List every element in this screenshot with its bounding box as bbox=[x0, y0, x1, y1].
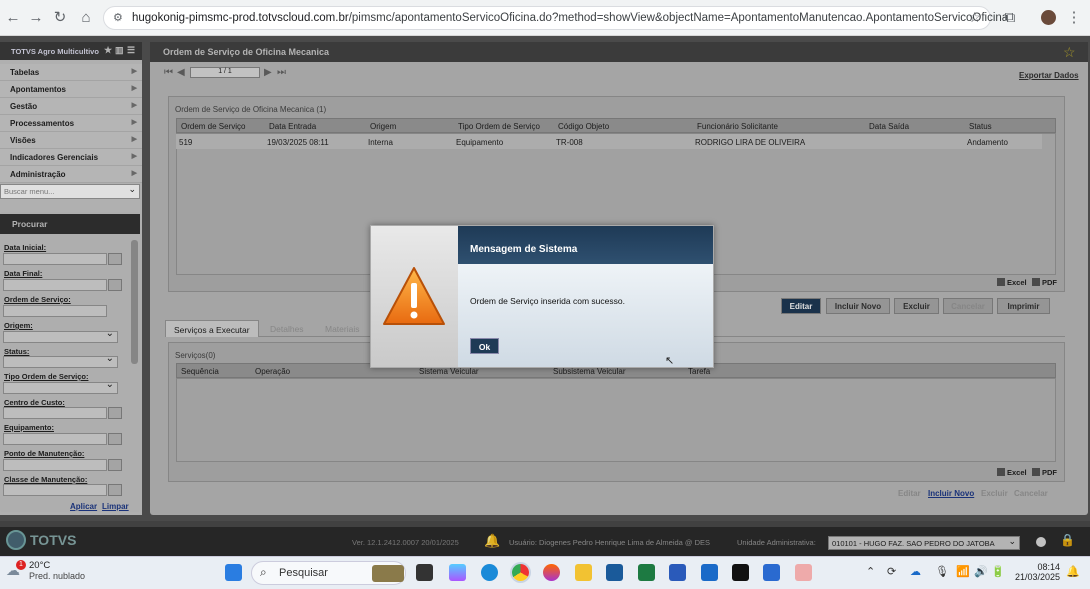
snipping-tool-icon[interactable] bbox=[795, 564, 812, 581]
clock-date: 21/03/2025 bbox=[1014, 572, 1060, 582]
ok-button[interactable]: Ok bbox=[470, 338, 499, 354]
taskbar-search[interactable]: ⌕ Pesquisar bbox=[251, 561, 406, 585]
site-info-icon[interactable]: ⚙ bbox=[113, 11, 123, 24]
dialog-title: Mensagem de Sistema bbox=[458, 226, 713, 264]
mouse-cursor-icon: ↖ bbox=[665, 355, 675, 367]
chrome-icon[interactable] bbox=[512, 564, 529, 581]
dialog-message: Ordem de Serviço inserida com sucesso. bbox=[470, 296, 625, 306]
file-explorer-icon[interactable] bbox=[575, 564, 592, 581]
warning-icon bbox=[383, 267, 445, 325]
chevron-up-icon[interactable]: ⌃ bbox=[866, 565, 875, 578]
back-icon[interactable]: ← bbox=[3, 8, 23, 28]
weather-text: Pred. nublado bbox=[29, 571, 86, 581]
task-view-icon[interactable] bbox=[416, 564, 433, 581]
windows-start-icon[interactable] bbox=[225, 564, 242, 581]
notifications-icon[interactable]: 🔔 bbox=[1066, 565, 1080, 578]
word-app-icon[interactable] bbox=[669, 564, 686, 581]
dialog-icon-panel bbox=[371, 226, 458, 367]
notification-badge: 1 bbox=[16, 560, 26, 570]
clock-time: 08:14 bbox=[1037, 562, 1060, 572]
sync-icon[interactable]: ⟳ bbox=[887, 565, 896, 578]
search-icon: ⌕ bbox=[260, 565, 267, 579]
excel-app-icon[interactable] bbox=[638, 564, 655, 581]
outlook-app-icon[interactable] bbox=[701, 564, 718, 581]
firefox-icon[interactable] bbox=[543, 564, 560, 581]
remote-desktop-icon[interactable] bbox=[606, 564, 623, 581]
browser-toolbar: ← → ↻ ⌂ ⚙ hugokonig-pimsmc-prod.totvsclo… bbox=[0, 0, 1090, 36]
profile-avatar[interactable] bbox=[1041, 10, 1056, 25]
onedrive-icon[interactable]: ☁ bbox=[910, 565, 921, 578]
volume-icon[interactable]: 🔊 bbox=[974, 565, 988, 578]
copilot-icon[interactable] bbox=[449, 564, 466, 581]
forward-icon[interactable]: → bbox=[26, 8, 46, 28]
teamviewer-icon[interactable] bbox=[732, 564, 749, 581]
taskbar-clock[interactable]: 08:14 21/03/2025 bbox=[1010, 562, 1060, 582]
bookmark-star-icon[interactable]: ☆ bbox=[968, 9, 981, 26]
reload-icon[interactable]: ↻ bbox=[50, 8, 70, 28]
browser-menu-icon[interactable]: ⋮ bbox=[1064, 8, 1084, 28]
weather-widget[interactable]: 20°C Pred. nublado bbox=[29, 560, 85, 581]
edge-icon[interactable] bbox=[481, 564, 498, 581]
home-icon[interactable]: ⌂ bbox=[76, 8, 96, 28]
url-domain: hugokonig-pimsmc-prod.totvscloud.com.br bbox=[132, 12, 349, 24]
address-bar[interactable]: ⚙ hugokonig-pimsmc-prod.totvscloud.com.b… bbox=[103, 6, 1008, 30]
weather-temp: 20°C bbox=[29, 560, 51, 571]
battery-icon[interactable]: 🔋 bbox=[991, 565, 1005, 578]
search-highlight-image bbox=[372, 565, 404, 582]
store-icon[interactable] bbox=[763, 564, 780, 581]
extensions-icon[interactable]: ⧉ bbox=[1000, 8, 1020, 28]
url-path: /pimsmc/apontamentoServicoOficina.do?met… bbox=[348, 12, 1009, 24]
wifi-icon[interactable]: 📶 bbox=[956, 565, 970, 578]
microphone-icon[interactable]: 🎙 bbox=[935, 565, 949, 578]
